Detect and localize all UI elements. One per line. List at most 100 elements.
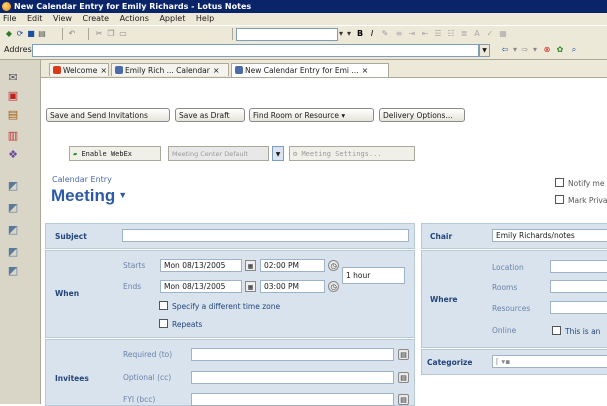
font-select[interactable] bbox=[236, 28, 338, 41]
bookmark-folder-4-icon[interactable]: ◩ bbox=[4, 244, 22, 260]
forward-dropdown-icon[interactable]: ▾ bbox=[530, 45, 540, 55]
tab-label: Emily Rich ... Calendar bbox=[125, 66, 210, 75]
color-icon[interactable]: A bbox=[472, 29, 482, 39]
mark-private-checkbox[interactable]: Mark Private bbox=[555, 195, 607, 205]
end-date-input[interactable]: Mon 08/13/2005 bbox=[160, 280, 242, 293]
start-time-input[interactable]: 02:00 PM bbox=[260, 259, 325, 272]
bookmark-folder-5-icon[interactable]: ◩ bbox=[4, 263, 22, 279]
end-date-picker-icon[interactable]: ▦ bbox=[245, 281, 256, 292]
address-book-icon[interactable]: ▤ bbox=[398, 349, 409, 360]
close-icon[interactable]: × bbox=[362, 66, 369, 75]
undo-icon[interactable]: ↶ bbox=[67, 29, 77, 39]
size-dropdown-arrow-icon[interactable]: ▾ bbox=[344, 29, 354, 39]
tab-calendar[interactable]: Emily Rich ... Calendar × bbox=[111, 63, 229, 76]
meeting-settings-button[interactable]: ⚙ Meeting Settings... bbox=[289, 146, 415, 161]
print-icon[interactable]: ▤ bbox=[37, 29, 47, 39]
copy-icon[interactable]: ❐ bbox=[106, 29, 116, 39]
back-dropdown-icon[interactable]: ▾ bbox=[510, 45, 520, 55]
menu-applet[interactable]: Applet bbox=[159, 14, 185, 23]
spell-check-icon[interactable]: ✓ bbox=[485, 29, 495, 39]
save-icon[interactable]: ■ bbox=[26, 29, 36, 39]
chevron-down-icon: ▼ bbox=[118, 190, 128, 200]
search-icon[interactable]: ⌕ bbox=[569, 45, 579, 55]
repeats-checkbox[interactable]: Repeats bbox=[159, 319, 202, 329]
outdent-icon[interactable]: ⇤ bbox=[420, 29, 430, 39]
rooms-input[interactable] bbox=[550, 280, 607, 293]
tab-new-calendar-entry[interactable]: New Calendar Entry for Emi ... × bbox=[231, 63, 389, 77]
lotus-notes-app-icon bbox=[2, 2, 11, 11]
menu-actions[interactable]: Actions bbox=[120, 14, 149, 23]
required-input[interactable] bbox=[191, 348, 394, 361]
numbering-icon[interactable]: ☷ bbox=[446, 29, 456, 39]
address-dropdown-icon[interactable]: ▼ bbox=[479, 44, 490, 57]
bookmark-folder-1-icon[interactable]: ◩ bbox=[4, 178, 22, 194]
start-date-picker-icon[interactable]: ▦ bbox=[245, 260, 256, 271]
indent-icon[interactable]: ⇥ bbox=[407, 29, 417, 39]
close-icon[interactable]: × bbox=[213, 66, 220, 75]
calendar-icon[interactable]: ▣ bbox=[4, 88, 22, 104]
bold-icon[interactable]: B bbox=[355, 29, 365, 39]
meeting-center-select[interactable]: Meeting Center Default bbox=[168, 146, 269, 161]
start-time-clock-icon[interactable]: ◷ bbox=[328, 260, 339, 271]
resources-input[interactable] bbox=[550, 301, 607, 314]
mail-icon[interactable]: ✉ bbox=[4, 70, 22, 86]
todo-icon[interactable]: ▥ bbox=[4, 128, 22, 144]
keyword-dropdown-icon[interactable]: ▾▪ bbox=[499, 357, 510, 366]
address-book-icon[interactable]: ▤ bbox=[398, 372, 409, 383]
menu-help[interactable]: Help bbox=[196, 14, 214, 23]
enable-webex-button[interactable]: ▰ Enable WebEx bbox=[69, 146, 161, 161]
menu-view[interactable]: View bbox=[53, 14, 72, 23]
save-and-send-button[interactable]: Save and Send Invitations bbox=[46, 108, 170, 122]
reload-icon[interactable]: ✿ bbox=[555, 45, 565, 55]
find-room-button[interactable]: Find Room or Resource ▾ bbox=[249, 108, 374, 122]
meeting-center-dropdown-icon[interactable]: ▼ bbox=[272, 146, 284, 161]
entry-type-title[interactable]: Meeting ▼ bbox=[51, 186, 127, 206]
cut-icon[interactable]: ✂ bbox=[94, 29, 104, 39]
end-time-clock-icon[interactable]: ◷ bbox=[328, 281, 339, 292]
fyi-input[interactable] bbox=[191, 393, 394, 406]
tab-welcome[interactable]: Welcome × bbox=[49, 63, 109, 76]
replicator-icon[interactable]: ❖ bbox=[4, 147, 22, 163]
menu-edit[interactable]: Edit bbox=[27, 14, 43, 23]
close-icon[interactable]: × bbox=[100, 66, 107, 75]
optional-input[interactable] bbox=[191, 371, 394, 384]
entry-subtitle: Calendar Entry bbox=[52, 175, 112, 184]
menu-file[interactable]: File bbox=[3, 14, 16, 23]
paste-icon[interactable]: ▭ bbox=[118, 29, 128, 39]
highlight-icon[interactable]: ✎ bbox=[380, 29, 390, 39]
bullets-icon[interactable]: ☰ bbox=[433, 29, 443, 39]
timezone-checkbox[interactable]: Specify a different time zone bbox=[159, 301, 280, 311]
notify-me-checkbox[interactable]: Notify me bbox=[555, 178, 604, 188]
bookmark-folder-2-icon[interactable]: ◩ bbox=[4, 200, 22, 216]
save-as-draft-button[interactable]: Save as Draft bbox=[175, 108, 245, 122]
forward-icon[interactable]: ⇨ bbox=[520, 45, 530, 55]
address-bar: Address ▼ ⇦ ▾ ⇨ ▾ ⊗ ✿ ⌕ bbox=[0, 42, 607, 60]
align-icons[interactable]: ≡ bbox=[394, 29, 404, 39]
address-input[interactable] bbox=[32, 44, 479, 57]
menu-create[interactable]: Create bbox=[83, 14, 110, 23]
address-book-icon[interactable]: ▤ bbox=[398, 394, 409, 405]
duration-field[interactable]: 1 hour bbox=[342, 267, 405, 284]
home-icon[interactable]: ◆ bbox=[4, 29, 14, 39]
repeats-label: Repeats bbox=[172, 320, 203, 329]
categorize-label: Categorize bbox=[427, 358, 473, 367]
start-date-input[interactable]: Mon 08/13/2005 bbox=[160, 259, 242, 272]
online-meeting-checkbox[interactable]: This is an bbox=[552, 326, 600, 336]
subject-input[interactable] bbox=[122, 229, 409, 242]
stop-icon[interactable]: ⊗ bbox=[542, 45, 552, 55]
location-input[interactable] bbox=[550, 260, 607, 273]
where-label: Where bbox=[430, 295, 458, 304]
refresh-icon[interactable]: ⟳ bbox=[15, 29, 25, 39]
italic-icon[interactable]: I bbox=[367, 29, 377, 39]
categorize-input[interactable]: ⌈ ▾▪ bbox=[492, 355, 607, 368]
end-time-input[interactable]: 03:00 PM bbox=[260, 280, 325, 293]
list-icon[interactable]: ≣ bbox=[459, 29, 469, 39]
meeting-settings-label: Meeting Settings... bbox=[301, 150, 382, 158]
invitees-label: Invitees bbox=[55, 374, 89, 383]
contacts-icon[interactable]: ▤ bbox=[4, 107, 22, 123]
table-icon[interactable]: ▦ bbox=[498, 29, 508, 39]
delivery-options-button[interactable]: Delivery Options... bbox=[379, 108, 465, 122]
calendar-tab-icon bbox=[115, 66, 123, 74]
bookmark-folder-3-icon[interactable]: ◩ bbox=[4, 222, 22, 238]
back-icon[interactable]: ⇦ bbox=[500, 45, 510, 55]
